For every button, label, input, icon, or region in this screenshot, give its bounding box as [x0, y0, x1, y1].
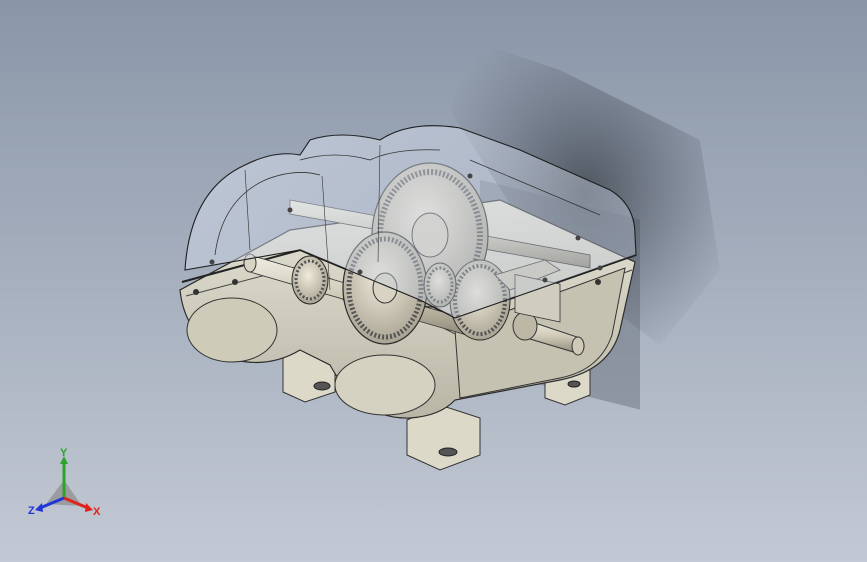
- reference-triad: Y X Z: [28, 448, 101, 518]
- gearbox-model[interactable]: [0, 0, 867, 562]
- cad-graphics-viewport[interactable]: Y X Z: [0, 0, 867, 562]
- y-axis-label: Y: [60, 448, 68, 459]
- x-axis-label: X: [93, 506, 101, 518]
- pinion-gear[interactable]: [291, 255, 329, 305]
- x-axis-head-icon: [85, 503, 93, 512]
- z-axis-head-icon: [35, 503, 43, 512]
- z-axis-label: Z: [28, 505, 35, 517]
